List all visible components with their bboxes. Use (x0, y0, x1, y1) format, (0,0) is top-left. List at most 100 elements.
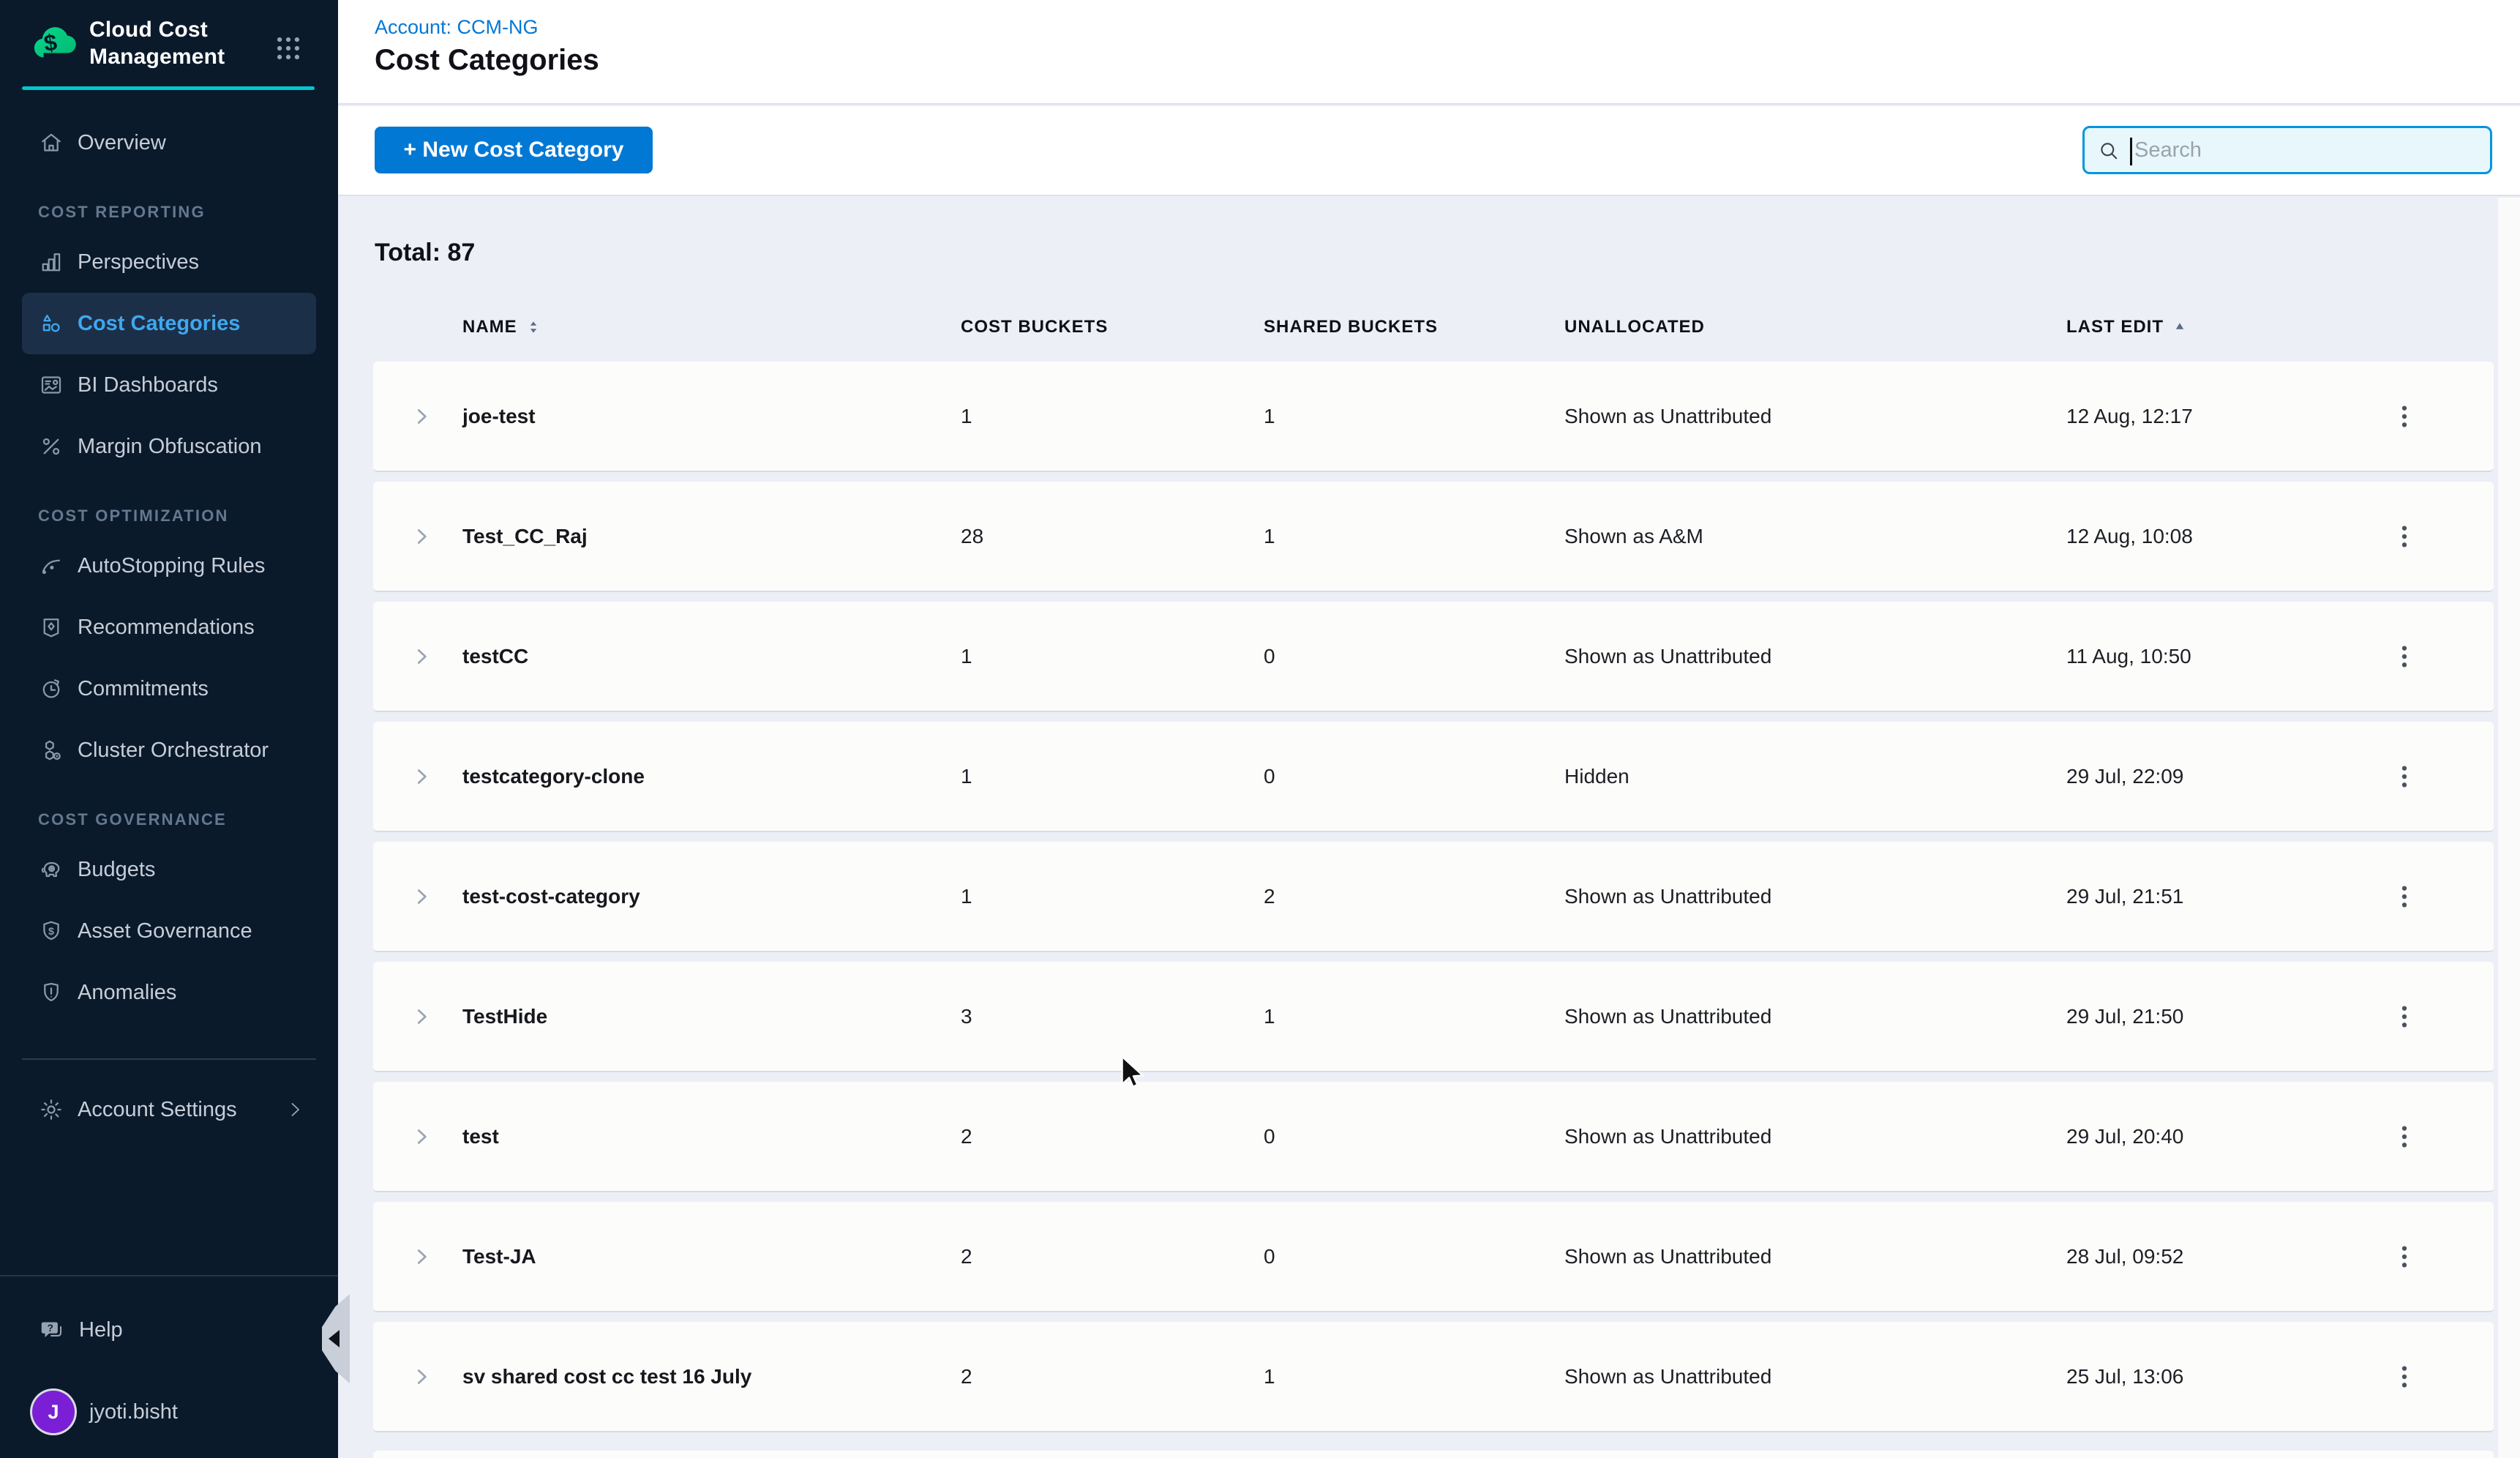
cell-name: Test-JA (462, 1245, 536, 1268)
brand-header: $ Cloud Cost Management (0, 0, 338, 91)
cell-last-edit: 29 Jul, 22:09 (2066, 765, 2183, 788)
piggy-bank-icon (38, 856, 64, 883)
sidebar-item-label: BI Dashboards (78, 373, 218, 397)
sidebar-item-asset-governance[interactable]: $Asset Governance (22, 900, 316, 962)
cell-unallocated: Hidden (1564, 765, 1630, 788)
content-area: Total: 87 NAMECOST BUCKETSSHARED BUCKETS… (338, 198, 2520, 1458)
sidebar-item-budgets[interactable]: Budgets (22, 839, 316, 900)
sidebar-bottom-divider (0, 1275, 338, 1276)
sidebar-item-commitments[interactable]: Commitments (22, 658, 316, 719)
expand-chevron-icon[interactable] (410, 765, 433, 788)
row-menu-kebab-icon[interactable] (2390, 1359, 2419, 1394)
sidebar-item-anomalies[interactable]: Anomalies (22, 962, 316, 1023)
expand-chevron-icon[interactable] (410, 525, 433, 548)
cell-shared-buckets: 0 (1264, 1125, 1275, 1148)
sidebar-item-perspectives[interactable]: Perspectives (22, 231, 316, 293)
sidebar-item-label: Commitments (78, 677, 209, 701)
gear-icon (38, 1096, 64, 1123)
cell-cost-buckets: 3 (961, 1005, 972, 1028)
new-cost-category-button[interactable]: + New Cost Category (375, 127, 653, 173)
expand-chevron-icon[interactable] (410, 1245, 433, 1268)
expand-chevron-icon[interactable] (410, 885, 433, 908)
sidebar-section-header: COST OPTIMIZATION (0, 505, 338, 527)
table-row[interactable]: test20Shown as Unattributed29 Jul, 20:40 (373, 1082, 2494, 1192)
cell-last-edit: 29 Jul, 21:51 (2066, 885, 2183, 908)
cell-cost-buckets: 28 (961, 525, 983, 548)
table-row-partial[interactable] (373, 1451, 2494, 1458)
table-row[interactable]: testcategory-clone 1 0 Hidden 29 Jul, 22:09 (373, 722, 2494, 832)
search-input[interactable] (2134, 128, 2478, 172)
row-menu-kebab-icon[interactable] (2390, 759, 2419, 794)
expand-chevron-icon[interactable] (410, 1365, 433, 1388)
chevron-right-icon (284, 1099, 306, 1121)
table-row[interactable]: testCC10Shown as Unattributed11 Aug, 10:… (373, 602, 2494, 712)
cell-cost-buckets: 2 (961, 1365, 972, 1388)
cell-shared-buckets: 0 (1264, 765, 1275, 788)
table-row[interactable]: test-cost-category12Shown as Unattribute… (373, 842, 2494, 952)
expand-chevron-icon[interactable] (410, 645, 433, 668)
bar-chart-icon (38, 249, 64, 275)
shapes-icon (38, 310, 64, 337)
cell-name: joe-test (462, 405, 536, 428)
table-row[interactable]: Test_CC_Raj 28 1 Shown as A&M 12 Aug, 10:08 (373, 482, 2494, 592)
sidebar-item-cluster-orchestrator[interactable]: Cluster Orchestrator (22, 719, 316, 781)
sidebar-item-cost-categories[interactable]: Cost Categories (22, 293, 316, 354)
cell-last-edit: 12 Aug, 12:17 (2066, 405, 2193, 428)
row-menu-kebab-icon[interactable] (2390, 639, 2419, 674)
brand-accent-rule (22, 86, 315, 90)
sidebar-item-label: Anomalies (78, 981, 176, 1005)
user-menu[interactable]: J jyoti.bisht (22, 1381, 316, 1443)
toolbar: + New Cost Category (338, 106, 2520, 196)
percent-icon (38, 433, 64, 460)
sidebar-divider (22, 1058, 316, 1060)
table-row[interactable]: sv shared cost cc test 16 July21Shown as… (373, 1322, 2494, 1432)
sidebar-item-bi-dashboards[interactable]: BI Dashboards (22, 354, 316, 416)
cell-cost-buckets: 1 (961, 405, 972, 428)
cell-cost-buckets: 2 (961, 1125, 972, 1148)
app-grid-icon[interactable] (272, 32, 304, 64)
sidebar-item-margin-obfuscation[interactable]: Margin Obfuscation (22, 416, 316, 477)
cell-unallocated: Shown as Unattributed (1564, 885, 1771, 908)
cell-cost-buckets: 1 (961, 885, 972, 908)
page-header: Account: CCM-NG Cost Categories (338, 0, 2520, 105)
table-row[interactable]: Test-JA20Shown as Unattributed28 Jul, 09… (373, 1202, 2494, 1312)
sidebar-item-overview[interactable]: Overview (22, 112, 316, 173)
row-menu-kebab-icon[interactable] (2390, 519, 2419, 554)
cell-last-edit: 11 Aug, 10:50 (2066, 645, 2191, 668)
main-area: Account: CCM-NG Cost Categories + New Co… (338, 0, 2520, 1458)
row-menu-kebab-icon[interactable] (2390, 1239, 2419, 1274)
avatar: J (32, 1391, 75, 1433)
cell-shared-buckets: 1 (1264, 1005, 1275, 1028)
row-menu-kebab-icon[interactable] (2390, 879, 2419, 914)
cell-cost-buckets: 1 (961, 765, 972, 788)
table-row[interactable]: joe-test11Shown as Unattributed12 Aug, 1… (373, 362, 2494, 472)
cell-name: TestHide (462, 1005, 547, 1028)
cell-unallocated: Shown as Unattributed (1564, 1365, 1771, 1388)
cell-name: testcategory-clone (462, 765, 645, 788)
cell-shared-buckets: 1 (1264, 405, 1275, 428)
expand-chevron-icon[interactable] (410, 1005, 433, 1028)
cell-unallocated: Shown as A&M (1564, 525, 1703, 548)
cell-last-edit: 29 Jul, 20:40 (2066, 1125, 2183, 1148)
breadcrumb[interactable]: Account: CCM-NG (375, 16, 539, 39)
expand-chevron-icon[interactable] (410, 1125, 433, 1148)
row-menu-kebab-icon[interactable] (2390, 999, 2419, 1034)
cell-last-edit: 12 Aug, 10:08 (2066, 525, 2193, 548)
sidebar-item-autostopping-rules[interactable]: AutoStopping Rules (22, 535, 316, 597)
cell-unallocated: Shown as Unattributed (1564, 1005, 1771, 1028)
cell-unallocated: Shown as Unattributed (1564, 1245, 1771, 1268)
sidebar-item-recommendations[interactable]: Recommendations (22, 597, 316, 658)
sidebar-item-help[interactable]: ? Help (22, 1299, 316, 1361)
row-menu-kebab-icon[interactable] (2390, 1119, 2419, 1154)
sidebar-item-label: Cost Categories (78, 312, 240, 336)
expand-chevron-icon[interactable] (410, 405, 433, 428)
sidebar-item-account-settings[interactable]: Account Settings (22, 1079, 316, 1140)
help-chat-icon: ? (38, 1316, 66, 1344)
table-row[interactable]: TestHide31Shown as Unattributed29 Jul, 2… (373, 962, 2494, 1072)
help-label: Help (79, 1318, 123, 1342)
cell-shared-buckets: 1 (1264, 525, 1275, 548)
row-menu-kebab-icon[interactable] (2390, 399, 2419, 434)
cell-shared-buckets: 0 (1264, 1245, 1275, 1268)
cell-name: Test_CC_Raj (462, 525, 588, 548)
cell-cost-buckets: 1 (961, 645, 972, 668)
